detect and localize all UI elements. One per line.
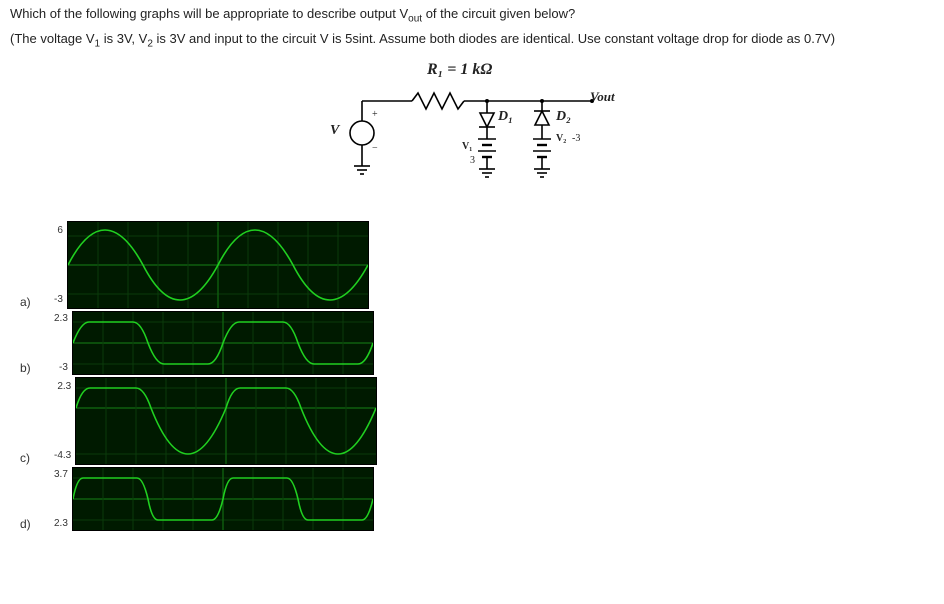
- a-ybot: -3: [54, 294, 63, 305]
- c-ybot: -4.3: [54, 450, 71, 461]
- v1-val: 3: [470, 155, 475, 166]
- option-c[interactable]: c) 2.3 -4.3: [20, 377, 934, 465]
- circuit-svg: [312, 61, 632, 211]
- option-b[interactable]: b) 2.3 -3: [20, 311, 934, 375]
- plus: +: [372, 109, 378, 120]
- circuit-diagram: R₁ = 1 kΩ: [10, 61, 934, 211]
- r1-label: R₁ = 1 kΩ: [427, 61, 492, 79]
- scope-a: [67, 221, 369, 309]
- option-b-label: b): [20, 361, 54, 375]
- question-line-2: (The voltage V1 is 3V, V2 is 3V and inpu…: [10, 31, 934, 50]
- v-label: V: [330, 123, 339, 139]
- d-ytop: 3.7: [54, 469, 68, 480]
- vout-label: Vout: [590, 89, 615, 105]
- question-line-1: Which of the following graphs will be ap…: [10, 6, 934, 25]
- option-a-label: a): [20, 295, 54, 309]
- c-ytop: 2.3: [57, 381, 71, 392]
- scope-b: [72, 311, 374, 375]
- scope-d: [72, 467, 374, 531]
- b-ytop: 2.3: [54, 313, 68, 324]
- option-d[interactable]: d) 3.7 2.3: [20, 467, 934, 531]
- v1-label: V₁: [462, 141, 472, 152]
- d1-label: D₁: [498, 109, 513, 125]
- v2-label: V₂: [556, 133, 566, 144]
- minus: −: [372, 143, 378, 154]
- b-ybot: -3: [59, 362, 68, 373]
- a-ytop: 6: [57, 225, 63, 236]
- v2-val: -3: [572, 133, 580, 144]
- d2-label: D₂: [556, 109, 571, 125]
- option-c-label: c): [20, 451, 54, 465]
- d-ybot: 2.3: [54, 518, 68, 529]
- option-d-label: d): [20, 517, 54, 531]
- option-a[interactable]: a) 6 -3: [20, 221, 934, 309]
- scope-c: [75, 377, 377, 465]
- options-container: a) 6 -3 b) 2.3 -3: [20, 221, 934, 531]
